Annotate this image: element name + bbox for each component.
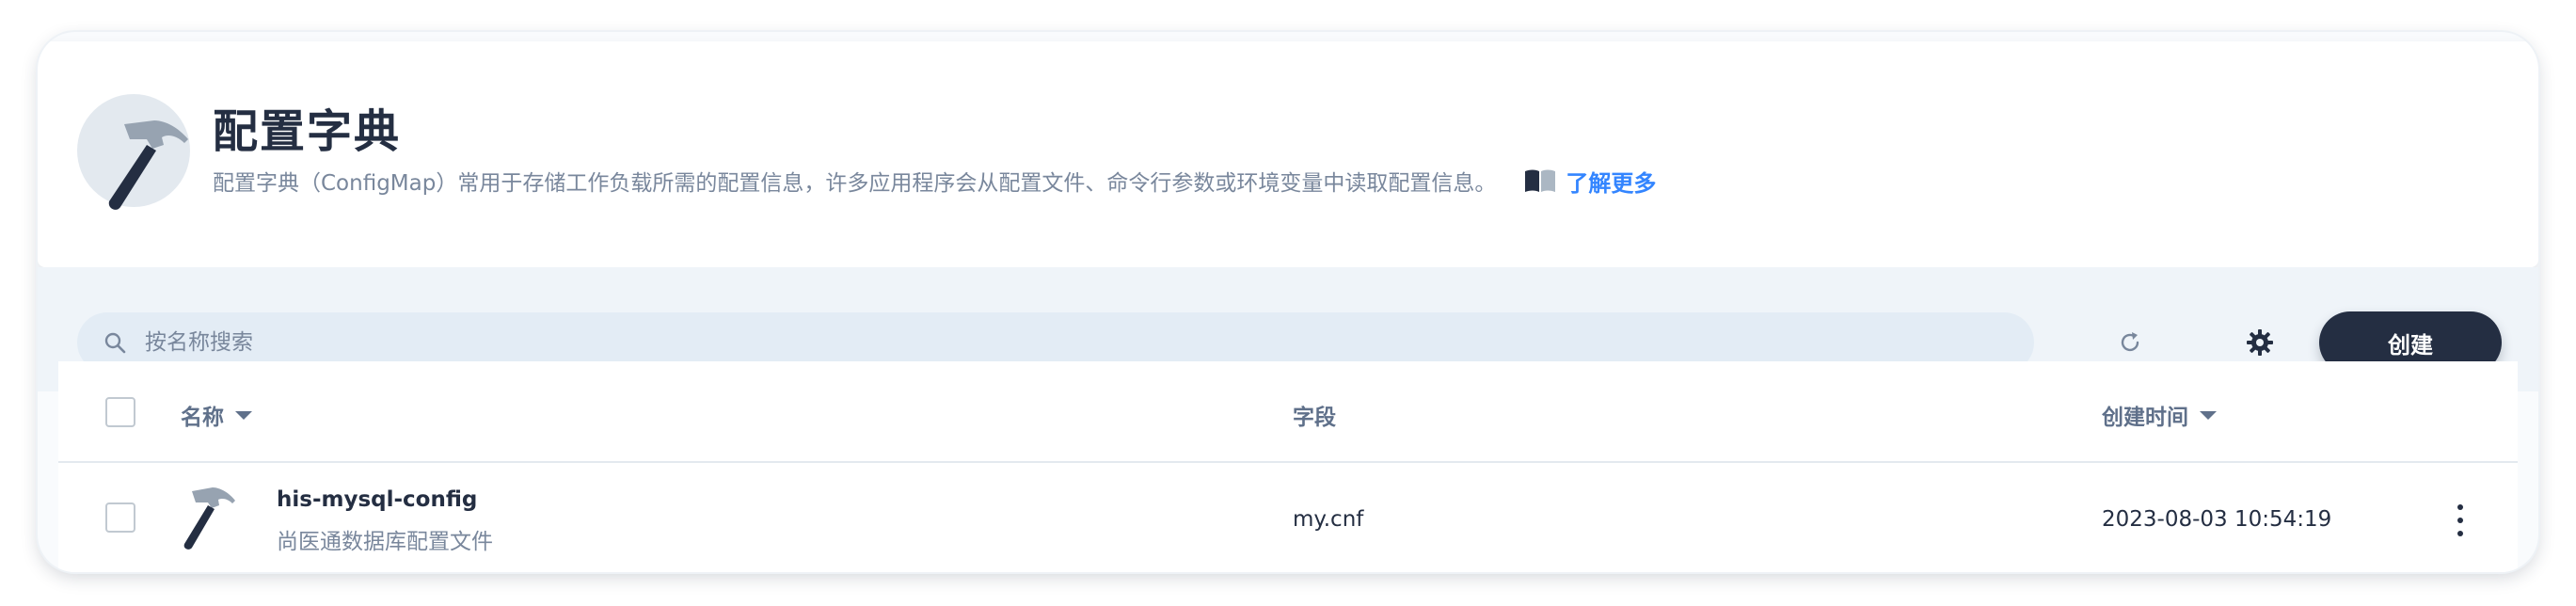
sort-caret-icon[interactable] (235, 410, 252, 420)
settings-button[interactable] (2241, 324, 2279, 361)
table-header: 名称 字段 创建时间 (58, 361, 2518, 463)
gear-icon (2247, 329, 2273, 356)
column-header-name[interactable]: 名称 (181, 399, 252, 431)
refresh-button[interactable] (2111, 324, 2149, 361)
select-all-checkbox[interactable] (105, 397, 135, 427)
page-description: 配置字典（ConfigMap）常用于存储工作负载所需的配置信息，许多应用程序会从… (213, 171, 1497, 196)
configmap-created-time: 2023-08-03 10:54:19 (2102, 507, 2332, 532)
table-row[interactable]: his-mysql-config 尚医通数据库配置文件 my.cnf 2023-… (58, 465, 2518, 572)
sort-caret-icon[interactable] (2200, 410, 2217, 420)
banner-description-row: 配置字典（ConfigMap）常用于存储工作负载所需的配置信息，许多应用程序会从… (213, 162, 1656, 199)
dot (2457, 531, 2463, 536)
refresh-icon (2121, 332, 2139, 352)
search-input[interactable] (145, 330, 1932, 355)
column-created-label: 创建时间 (2102, 406, 2188, 430)
learn-more-label[interactable]: 了解更多 (1566, 165, 1656, 198)
column-field-label: 字段 (1293, 406, 1336, 430)
configmap-table: 名称 字段 创建时间 his-mysql-config 尚医通数据库配置文件 m… (58, 361, 2518, 572)
learn-more-link[interactable]: 了解更多 (1524, 165, 1656, 198)
configmap-name-link[interactable]: his-mysql-config (277, 487, 477, 512)
configmap-field: my.cnf (1293, 507, 1364, 532)
row-checkbox[interactable] (105, 502, 135, 533)
banner-icon-circle (77, 94, 190, 210)
page-title: 配置字典 (213, 105, 402, 158)
column-header-field: 字段 (1293, 399, 1336, 431)
hammer-icon (183, 487, 235, 550)
search-icon (103, 331, 126, 354)
dot (2457, 504, 2463, 510)
column-name-label: 名称 (181, 406, 224, 430)
column-header-created[interactable]: 创建时间 (2102, 399, 2217, 431)
dot (2457, 518, 2463, 523)
page-banner: 配置字典 配置字典（ConfigMap）常用于存储工作负载所需的配置信息，许多应… (38, 41, 2538, 267)
configmap-page-card: 配置字典 配置字典（ConfigMap）常用于存储工作负载所需的配置信息，许多应… (38, 32, 2538, 572)
configmap-description: 尚医通数据库配置文件 (277, 530, 493, 554)
more-actions-button[interactable] (2446, 504, 2474, 536)
book-icon (1525, 169, 1556, 192)
hammer-icon (108, 120, 188, 210)
